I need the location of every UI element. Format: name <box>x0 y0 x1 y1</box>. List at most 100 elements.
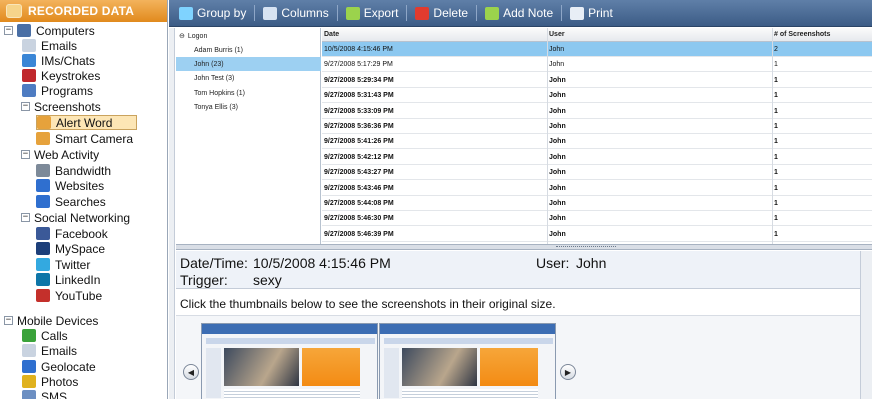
print-button[interactable]: Print <box>570 6 613 20</box>
collapse-toggle-icon[interactable]: − <box>4 316 13 325</box>
logon-header-label: Logon <box>187 32 208 40</box>
table-row[interactable]: 9/27/2008 5:36:36 PM John 1 <box>322 119 872 134</box>
thumbnail-instruction: Click the thumbnails below to see the sc… <box>180 297 556 311</box>
table-row[interactable]: 9/27/2008 5:29:34 PM John 1 <box>322 73 872 88</box>
table-row[interactable]: 9/27/2008 5:43:27 PM John 1 <box>322 165 872 181</box>
sidebar-item-bandwidth[interactable]: Bandwidth <box>36 163 111 178</box>
photo-alert-icon <box>37 116 51 129</box>
sidebar-item-emails[interactable]: Emails <box>22 343 77 358</box>
sidebar-item-mobile-devices[interactable]: − Mobile Devices <box>4 313 98 328</box>
sidebar-item-geolocate[interactable]: Geolocate <box>22 359 96 374</box>
toolbar-button-label: Print <box>588 6 613 20</box>
table-row[interactable]: 9/27/2008 5:44:08 PM John 1 <box>322 196 872 211</box>
logon-user-item[interactable]: John Test (3) <box>176 71 321 85</box>
table-cell: 9/27/2008 5:17:29 PM <box>324 61 393 69</box>
recorded-data-logo-icon <box>6 4 22 18</box>
panel-resize-handle[interactable] <box>169 28 175 399</box>
group-by-button[interactable]: Group by <box>179 6 246 20</box>
sidebar-item-alert-word[interactable]: Alert Word <box>36 115 138 130</box>
sidebar-item-photos[interactable]: Photos <box>22 374 78 389</box>
collapse-icon[interactable]: ⊖ <box>179 32 185 40</box>
sidebar-item-web-activity[interactable]: − Web Activity <box>21 147 99 162</box>
table-row[interactable]: 9/27/2008 5:33:09 PM John 1 <box>322 104 872 119</box>
sidebar-item-label: Social Networking <box>34 210 131 225</box>
sidebar-item-label: Twitter <box>55 257 91 272</box>
logon-user-item[interactable]: Tom Hopkins (1) <box>176 86 321 100</box>
sidebar-item-searches[interactable]: Searches <box>36 194 106 209</box>
table-cell: John <box>549 138 566 146</box>
export-button[interactable]: Export <box>345 6 398 20</box>
table-cell: 1 <box>774 61 778 69</box>
sidebar-item-myspace[interactable]: MySpace <box>36 241 105 256</box>
arrow-right-icon: ▶ <box>564 367 572 377</box>
sidebar-item-keystrokes[interactable]: Keystrokes <box>22 68 100 83</box>
sidebar-item-facebook[interactable]: Facebook <box>36 226 108 241</box>
table-cell: John <box>549 230 566 238</box>
sidebar-item-sms[interactable]: SMS <box>22 389 67 399</box>
collapse-toggle-icon[interactable]: − <box>4 26 13 35</box>
sidebar-item-screenshots[interactable]: − Screenshots <box>21 99 101 114</box>
sidebar-item-websites[interactable]: Websites <box>36 178 104 193</box>
photo-camera-icon <box>36 132 50 145</box>
table-cell: 9/27/2008 5:43:27 PM <box>324 169 394 177</box>
sidebar-item-label: SMS <box>41 389 68 399</box>
column-header[interactable]: User <box>549 31 772 38</box>
table-row[interactable]: 9/27/2008 5:17:29 PM John 1 <box>322 57 872 73</box>
table-row[interactable]: 9/27/2008 5:42:12 PM John 1 <box>322 150 872 165</box>
column-divider[interactable] <box>772 28 773 244</box>
arrow-left-icon: ◀ <box>187 367 195 377</box>
sidebar-item-label: Alert Word <box>56 115 113 130</box>
columns-icon <box>263 6 278 20</box>
logon-user-item[interactable]: Adam Burris (1) <box>176 43 321 57</box>
splitter-grip[interactable] <box>556 246 616 249</box>
add-note-icon <box>485 6 500 20</box>
delete-x-icon <box>415 6 430 20</box>
collapse-toggle-icon[interactable]: − <box>21 150 30 159</box>
sidebar-item-computers[interactable]: − Computers <box>4 23 95 38</box>
sidebar-item-linkedin[interactable]: LinkedIn <box>36 272 100 287</box>
sidebar-item-youtube[interactable]: YouTube <box>36 288 102 303</box>
column-header[interactable]: # of Screenshots <box>774 31 872 38</box>
table-row[interactable]: 10/5/2008 4:15:46 PM John 2 <box>322 42 872 57</box>
column-header[interactable]: Date <box>324 31 547 38</box>
collapse-toggle-icon[interactable]: − <box>21 213 30 222</box>
table-row[interactable]: 9/27/2008 5:43:46 PM John 1 <box>322 181 872 196</box>
table-cell: 1 <box>774 230 778 238</box>
previous-thumbnail-button[interactable]: ◀ <box>183 364 199 380</box>
table-row[interactable]: 9/27/2008 5:31:43 PM John 1 <box>322 88 872 104</box>
sidebar-item-label: Calls <box>41 328 68 343</box>
collapse-toggle-icon[interactable]: − <box>21 102 30 111</box>
export-icon <box>345 6 360 20</box>
records-grid: Date User # of Screenshots 10/5/2008 4:15:4… <box>322 28 872 244</box>
logon-group-header[interactable]: ⊖ Logon <box>176 29 321 43</box>
sidebar-item-label: Programs <box>41 83 94 98</box>
detail-scrollbar[interactable] <box>860 251 872 399</box>
sidebar-item-programs[interactable]: Programs <box>22 83 93 98</box>
logon-user-item[interactable]: Tonya Ellis (3) <box>176 100 321 114</box>
toolbar-separator <box>336 5 338 21</box>
sidebar-header: RECORDED DATA <box>0 0 167 22</box>
column-divider[interactable] <box>547 28 548 244</box>
screenshot-thumbnail[interactable] <box>379 323 556 399</box>
sidebar-item-ims-chats[interactable]: IMs/Chats <box>22 53 95 68</box>
table-cell: 9/27/2008 5:46:30 PM <box>324 215 394 223</box>
table-row[interactable]: 9/27/2008 5:46:30 PM John 1 <box>322 211 872 227</box>
sidebar-item-social-networking[interactable]: − Social Networking <box>21 210 130 225</box>
next-thumbnail-button[interactable]: ▶ <box>560 364 576 380</box>
table-row[interactable]: 9/27/2008 5:41:26 PM John 1 <box>322 134 872 150</box>
sidebar-item-calls[interactable]: Calls <box>22 328 68 343</box>
table-cell: 9/27/2008 5:44:08 PM <box>324 200 394 207</box>
add-note-button[interactable]: Add Note <box>485 6 553 20</box>
table-cell: 9/27/2008 5:36:36 PM <box>324 123 394 130</box>
sidebar-item-twitter[interactable]: Twitter <box>36 257 90 272</box>
table-row[interactable]: 9/27/2008 5:46:39 PM John 1 <box>322 227 872 242</box>
delete-button[interactable]: Delete <box>415 6 468 20</box>
logon-user-item[interactable]: John (23) <box>176 57 321 71</box>
sidebar-item-smart-camera[interactable]: Smart Camera <box>36 131 133 146</box>
pane-splitter[interactable] <box>176 244 872 250</box>
table-cell: John <box>549 76 566 84</box>
toolbar: Group by Columns Export Delete Add Note Print <box>169 0 872 27</box>
screenshot-thumbnail[interactable] <box>201 323 378 399</box>
sidebar-item-emails[interactable]: Emails <box>22 38 77 53</box>
columns-button[interactable]: Columns <box>263 6 329 20</box>
